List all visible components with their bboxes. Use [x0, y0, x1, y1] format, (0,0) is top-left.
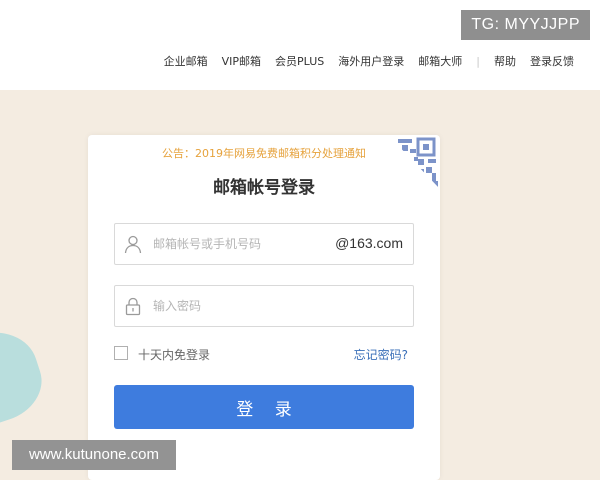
- nav-separator: |: [476, 54, 480, 68]
- announcement-link[interactable]: 公告：2019年网易免费邮箱积分处理通知: [162, 147, 366, 160]
- top-bar: TG: MYYJJPP 企业邮箱 VIP邮箱 会员PLUS 海外用户登录 邮箱大…: [0, 0, 600, 90]
- password-field[interactable]: [114, 285, 414, 327]
- site-watermark: www.kutunone.com: [12, 440, 176, 470]
- remember-checkbox[interactable]: [114, 346, 128, 360]
- decorative-blob: [0, 320, 52, 440]
- nav-item-vip-mail[interactable]: VIP邮箱: [222, 53, 261, 69]
- domain-suffix: @163.com: [335, 235, 403, 251]
- nav-item-enterprise-mail[interactable]: 企业邮箱: [164, 53, 208, 69]
- tg-badge: TG: MYYJJPP: [461, 10, 590, 40]
- forgot-password-link[interactable]: 忘记密码?: [354, 346, 408, 363]
- nav-item-mail-master[interactable]: 邮箱大师: [418, 53, 462, 69]
- top-nav: 企业邮箱 VIP邮箱 会员PLUS 海外用户登录 邮箱大师 | 帮助 登录反馈: [150, 53, 574, 69]
- login-card: 公告：2019年网易免费邮箱积分处理通知 邮箱帐号登录 邮箱帐号或手机号码 @1…: [88, 135, 440, 480]
- user-icon: [123, 234, 143, 254]
- nav-item-help[interactable]: 帮助: [494, 53, 516, 69]
- password-input[interactable]: [153, 286, 393, 326]
- login-button[interactable]: 登 录: [114, 385, 414, 429]
- login-title: 邮箱帐号登录: [213, 178, 315, 198]
- remember-row: 十天内免登录 忘记密码?: [114, 345, 414, 363]
- username-field[interactable]: @163.com: [114, 223, 414, 265]
- nav-item-member-plus[interactable]: 会员PLUS: [275, 53, 324, 69]
- nav-item-login-feedback[interactable]: 登录反馈: [530, 53, 574, 69]
- lock-icon: [123, 296, 143, 316]
- nav-item-overseas-login[interactable]: 海外用户登录: [338, 53, 404, 69]
- remember-label[interactable]: 十天内免登录: [138, 346, 210, 363]
- username-input[interactable]: [153, 224, 323, 264]
